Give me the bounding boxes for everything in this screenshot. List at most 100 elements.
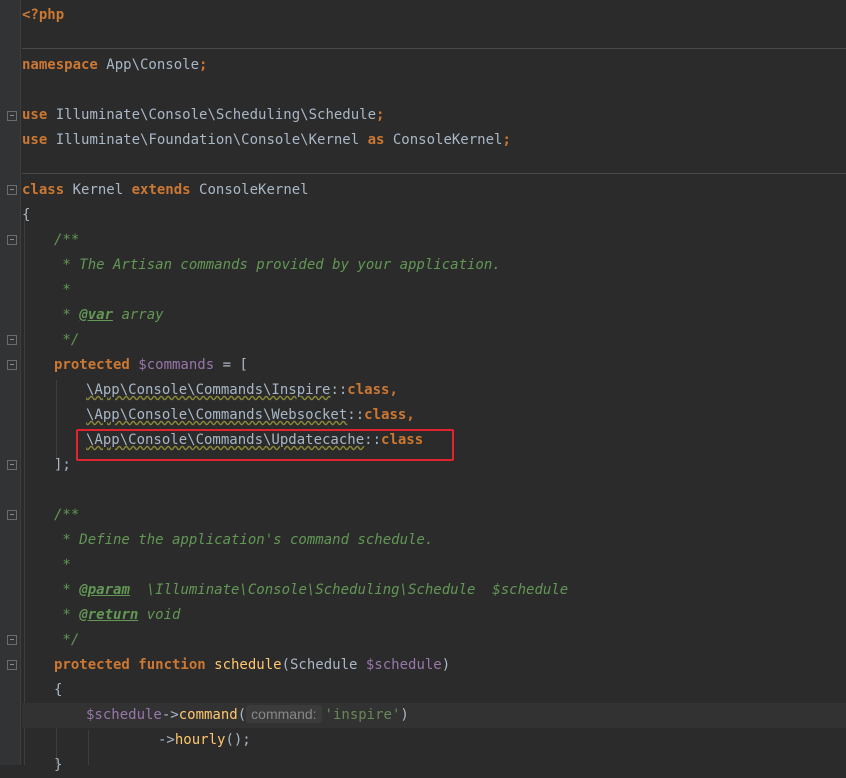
doc-tag: @return xyxy=(79,607,139,623)
use-import: Illuminate\Foundation\Console\Kernel xyxy=(47,132,368,148)
code-line: * xyxy=(22,278,846,303)
param-type: (Schedule xyxy=(281,657,366,673)
variable: $schedule xyxy=(365,657,442,673)
comma: , xyxy=(389,382,398,398)
brace: ]; xyxy=(54,457,71,473)
code-line: * @return void xyxy=(22,603,846,628)
code-line: /** xyxy=(22,503,846,528)
fold-icon[interactable] xyxy=(7,235,17,245)
code-line: namespace App\Console; xyxy=(22,53,846,78)
keyword: protected xyxy=(54,357,130,373)
fold-icon[interactable] xyxy=(7,111,17,121)
code-line: * @var array xyxy=(22,303,846,328)
code-line: { xyxy=(22,678,846,703)
paren: ) xyxy=(400,707,409,723)
keyword: class xyxy=(22,182,65,198)
doc-comment: * xyxy=(54,307,80,323)
code-line: <?php xyxy=(22,3,846,28)
operator: -> xyxy=(161,707,179,723)
code-line: * xyxy=(22,553,846,578)
keyword: protected xyxy=(54,657,130,673)
semicolon: ; xyxy=(502,132,511,148)
doc-comment: * xyxy=(54,607,80,623)
class-reference: \App\Console\Commands\Inspire xyxy=(86,382,331,398)
fold-icon[interactable] xyxy=(7,360,17,370)
brace: } xyxy=(54,757,63,773)
highlight-box xyxy=(76,429,454,461)
use-alias: ConsoleKernel xyxy=(384,132,503,148)
doc-tag: @var xyxy=(79,307,114,323)
fold-icon[interactable] xyxy=(7,510,17,520)
code-line: { xyxy=(22,203,846,228)
brace: { xyxy=(22,207,31,223)
doc-comment: /** xyxy=(54,232,80,248)
brace: { xyxy=(54,682,63,698)
doc-comment: * xyxy=(54,557,71,573)
paren: (); xyxy=(225,732,251,748)
code-line: protected $commands = [ xyxy=(22,353,846,378)
code-line: } xyxy=(22,753,846,778)
code-line: ->hourly(); xyxy=(22,728,846,753)
class-name: Kernel xyxy=(64,182,132,198)
php-open-tag: <?php xyxy=(22,7,65,23)
comma: , xyxy=(406,407,415,423)
semicolon: ; xyxy=(199,57,208,73)
code-line: use Illuminate\Console\Scheduling\Schedu… xyxy=(22,103,846,128)
function-name: hourly xyxy=(174,732,226,748)
operator: -> xyxy=(158,732,175,748)
code-line: * The Artisan commands provided by your … xyxy=(22,253,846,278)
fold-icon[interactable] xyxy=(7,660,17,670)
function-name: command xyxy=(178,707,238,723)
doc-comment: array xyxy=(113,307,164,323)
method-separator xyxy=(22,48,846,49)
doc-comment: */ xyxy=(54,332,80,348)
code-line: \App\Console\Commands\Inspire::class, xyxy=(22,378,846,403)
variable: $commands xyxy=(129,357,215,373)
doc-comment: /** xyxy=(54,507,80,523)
doc-comment: */ xyxy=(54,632,80,648)
code-line: protected function schedule(Schedule $sc… xyxy=(22,653,846,678)
code-line: */ xyxy=(22,328,846,353)
keyword: use xyxy=(22,132,48,148)
parent-class-name: ConsoleKernel xyxy=(190,182,309,198)
doc-comment: * The Artisan commands provided by your … xyxy=(54,257,501,273)
doc-comment: * Define the application's command sched… xyxy=(54,532,434,548)
code-line: class Kernel extends ConsoleKernel xyxy=(22,178,846,203)
code-line: /** xyxy=(22,228,846,253)
code-line: * Define the application's command sched… xyxy=(22,528,846,553)
variable: $schedule xyxy=(86,707,162,723)
parameter-hint: command: xyxy=(246,705,322,723)
keyword: function xyxy=(129,657,206,673)
keyword: class xyxy=(347,382,390,398)
namespace-name: App\Console xyxy=(97,57,200,73)
function-name: schedule xyxy=(205,657,282,673)
doc-comment: * xyxy=(54,582,80,598)
fold-icon[interactable] xyxy=(7,460,17,470)
string-literal: 'inspire' xyxy=(324,707,401,723)
keyword: as xyxy=(367,132,385,148)
code-line: */ xyxy=(22,628,846,653)
operator: :: xyxy=(330,382,348,398)
doc-comment: void xyxy=(138,607,181,623)
paren: ) xyxy=(441,657,451,673)
class-reference: \App\Console\Commands\Websocket xyxy=(86,407,348,423)
doc-comment: \Illuminate\Console\Scheduling\Schedule … xyxy=(129,582,569,598)
keyword: class xyxy=(364,407,407,423)
doc-comment: * xyxy=(54,282,71,298)
semicolon: ; xyxy=(376,107,385,123)
paren: ( xyxy=(237,707,247,723)
fold-icon[interactable] xyxy=(7,635,17,645)
use-import: Illuminate\Console\Scheduling\Schedule xyxy=(47,107,377,123)
keyword: use xyxy=(22,107,48,123)
operator: :: xyxy=(347,407,365,423)
fold-icon[interactable] xyxy=(7,185,17,195)
current-code-line: $schedule->command(command:'inspire') xyxy=(22,703,846,728)
doc-tag: @param xyxy=(79,582,130,598)
code-line: \App\Console\Commands\Websocket::class, xyxy=(22,403,846,428)
code-line: * @param \Illuminate\Console\Scheduling\… xyxy=(22,578,846,603)
keyword: extends xyxy=(131,182,191,198)
method-separator xyxy=(22,173,846,174)
keyword: namespace xyxy=(22,57,98,73)
operator: = [ xyxy=(214,357,248,373)
fold-icon[interactable] xyxy=(7,335,17,345)
